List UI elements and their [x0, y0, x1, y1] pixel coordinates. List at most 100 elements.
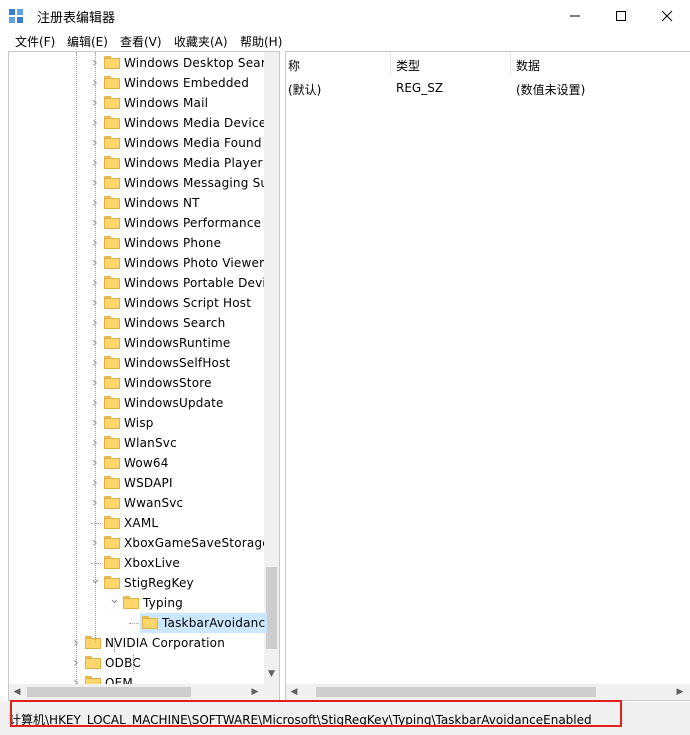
folder-icon: [104, 516, 120, 529]
tree-item[interactable]: › Windows Mail: [9, 93, 263, 113]
tree-item-label: WlanSvc: [124, 436, 177, 450]
tree-item-label: Windows Mail: [124, 96, 209, 110]
tree-item-label: WSDAPI: [124, 476, 173, 490]
column-header-name[interactable]: 称: [288, 57, 300, 74]
tree-item[interactable]: › Windows Portable Devi: [9, 273, 266, 293]
tree-item[interactable]: XAML: [9, 513, 263, 533]
tree-item-label: Windows Script Host: [124, 296, 252, 310]
title-bar[interactable]: 注册表编辑器: [0, 0, 690, 31]
column-divider[interactable]: [390, 52, 391, 74]
folder-icon: [104, 116, 120, 129]
menu-file[interactable]: 文件(F): [15, 33, 55, 50]
tree-item-label: Windows Phone: [124, 236, 222, 250]
tree-scroll-down-arrow[interactable]: ▼: [264, 666, 279, 683]
tree-connector: [91, 523, 101, 524]
tree-scroll-left-arrow[interactable]: ◀: [9, 684, 25, 700]
folder-icon: [104, 296, 120, 309]
tree-vertical-scrollbar[interactable]: ▼: [264, 52, 279, 684]
folder-icon: [85, 656, 101, 669]
tree-item[interactable]: › Windows Media Player: [9, 153, 263, 173]
folder-icon: [104, 156, 120, 169]
tree-item-label: Wow64: [124, 456, 169, 470]
close-button[interactable]: [644, 0, 690, 31]
tree-item[interactable]: › WindowsRuntime: [9, 333, 263, 353]
tree-item[interactable]: › WindowsSelfHost: [9, 353, 263, 373]
tree-item[interactable]: ⌄ Typing: [9, 593, 263, 613]
tree-item[interactable]: › WindowsStore: [9, 373, 263, 393]
tree-item[interactable]: › WlanSvc: [9, 433, 263, 453]
close-icon: [661, 10, 673, 21]
tree-item-label: Windows Portable Devi: [124, 276, 266, 290]
tree-scroll-right-arrow[interactable]: ▶: [247, 684, 263, 700]
tree-item[interactable]: › Windows Media Found: [9, 133, 263, 153]
tree-item[interactable]: XboxLive: [9, 553, 263, 573]
column-divider[interactable]: [510, 52, 511, 74]
tree-item[interactable]: › Windows Script Host: [9, 293, 263, 313]
registry-tree[interactable]: › Windows Desktop Sear › Windows Embedded › W…: [8, 51, 280, 701]
registry-editor-icon: [9, 9, 23, 23]
folder-icon: [104, 536, 120, 549]
folder-icon: [104, 276, 120, 289]
folder-icon: [104, 216, 120, 229]
tree-item[interactable]: › Windows Embedded: [9, 73, 263, 93]
tree-item[interactable]: › Windows Media Device: [9, 113, 266, 133]
minimize-button[interactable]: [552, 0, 598, 31]
tree-item[interactable]: › Windows Photo Viewer: [9, 253, 264, 273]
tree-item[interactable]: › Windows NT: [9, 193, 263, 213]
window-title: 注册表编辑器: [37, 11, 116, 26]
tree-item[interactable]: › Windows Search: [9, 313, 263, 333]
tree-item[interactable]: › WindowsUpdate: [9, 393, 263, 413]
tree-item-label: ODBC: [105, 656, 141, 670]
tree-item-label: Windows NT: [124, 196, 200, 210]
folder-icon: [104, 376, 120, 389]
tree-item[interactable]: › Windows Desktop Sear: [9, 53, 266, 73]
tree-item[interactable]: › WwanSvc: [9, 493, 263, 513]
tree-item-label: TaskbarAvoidanc: [160, 613, 268, 633]
folder-icon: [104, 76, 120, 89]
folder-icon: [104, 336, 120, 349]
menu-view[interactable]: 查看(V): [120, 33, 162, 50]
tree-item-label: XboxLive: [124, 556, 181, 570]
tree-item[interactable]: › NVIDIA Corporation: [9, 633, 263, 653]
list-horizontal-scroll-thumb[interactable]: [316, 687, 596, 697]
column-header-data[interactable]: 数据: [516, 57, 540, 74]
menu-bar: 文件(F) 编辑(E) 查看(V) 收藏夹(A) 帮助(H): [0, 31, 690, 51]
tree-item[interactable]: › Wow64: [9, 453, 263, 473]
tree-item[interactable]: › Windows Messaging Su: [9, 173, 268, 193]
tree-item-label: NVIDIA Corporation: [105, 636, 226, 650]
menu-help[interactable]: 帮助(H): [240, 33, 282, 50]
list-scroll-right-arrow[interactable]: ▶: [672, 684, 688, 700]
list-scroll-left-arrow[interactable]: ◀: [286, 684, 302, 700]
tree-item-label: WindowsSelfHost: [124, 356, 231, 370]
tree-item[interactable]: TaskbarAvoidanc: [9, 613, 268, 633]
tree-item[interactable]: › ODBC: [9, 653, 263, 673]
folder-icon: [123, 596, 139, 609]
menu-edit[interactable]: 编辑(E): [67, 33, 108, 50]
tree-item[interactable]: › Windows Phone: [9, 233, 263, 253]
maximize-button[interactable]: [598, 0, 644, 31]
maximize-icon: [616, 10, 626, 21]
folder-icon: [104, 576, 120, 589]
tree-connector: [91, 563, 101, 564]
folder-icon: [104, 396, 120, 409]
tree-item[interactable]: › WSDAPI: [9, 473, 263, 493]
values-list[interactable]: 称 类型 数据 (默认) REG_SZ (数值未设置) ◀ ▶: [285, 51, 690, 701]
tree-item[interactable]: › XboxGameSaveStorage: [9, 533, 270, 553]
tree-item-label: WindowsUpdate: [124, 396, 224, 410]
tree-item[interactable]: › Windows Performance: [9, 213, 263, 233]
value-name: (默认): [288, 83, 322, 97]
column-header-type[interactable]: 类型: [396, 57, 420, 74]
tree-horizontal-scroll-thumb[interactable]: [27, 687, 191, 697]
tree-item-label: Windows Embedded: [124, 76, 250, 90]
collapse-chevron-icon[interactable]: ⌄: [109, 593, 120, 613]
tree-item[interactable]: ⌄ StigRegKey: [9, 573, 263, 593]
folder-icon: [85, 636, 101, 649]
folder-icon: [104, 136, 120, 149]
tree-item-label: Windows Messaging Su: [124, 176, 269, 190]
tree-vertical-scroll-thumb[interactable]: [266, 567, 277, 649]
folder-icon: [104, 556, 120, 569]
tree-item[interactable]: › Wisp: [9, 413, 263, 433]
list-horizontal-scrollbar[interactable]: ◀ ▶: [286, 684, 690, 700]
menu-favorites[interactable]: 收藏夹(A): [174, 33, 228, 50]
tree-horizontal-scrollbar[interactable]: ◀ ▶: [9, 684, 279, 700]
